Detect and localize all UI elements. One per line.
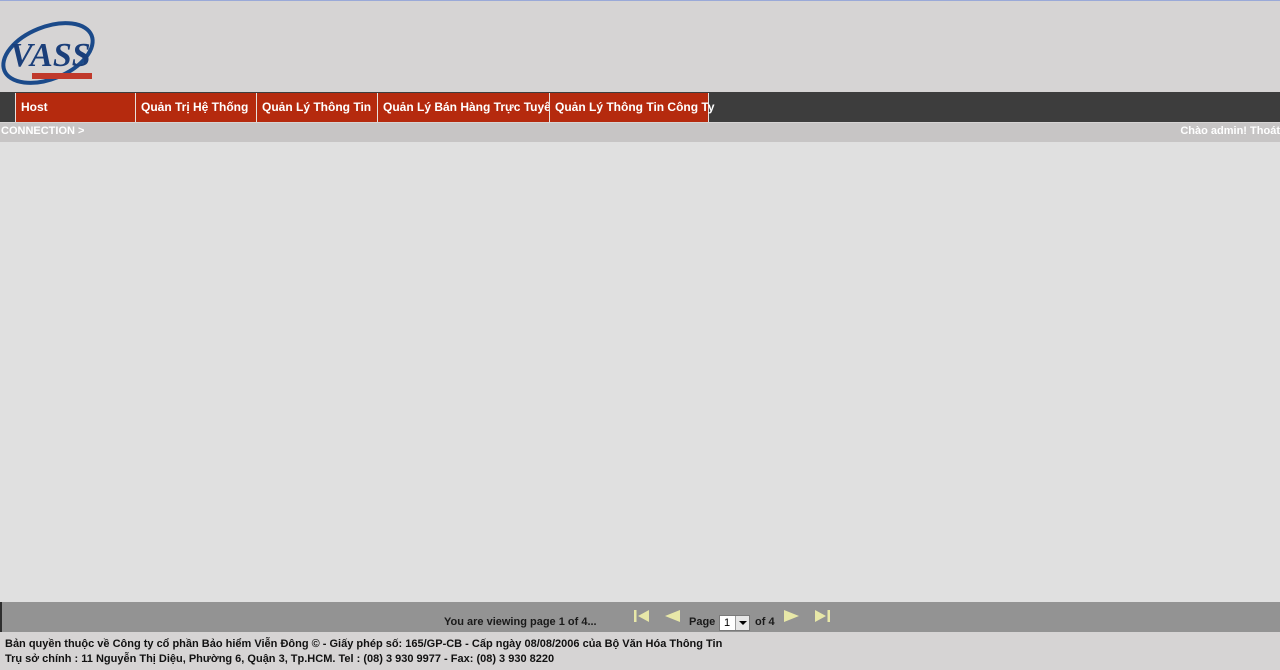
pager-status: You are viewing page 1 of 4... (444, 616, 597, 628)
page-select-value: 1 (724, 617, 731, 629)
footer-address: Trụ sở chính : 11 Nguyễn Thị Diệu, Phườn… (5, 653, 555, 665)
nav-tab-1[interactable]: Quản Trị Hệ Thống (135, 93, 256, 122)
nav-tab-4[interactable]: Quản Lý Thông Tin Công Ty (549, 93, 715, 122)
header: VASS (0, 1, 1280, 92)
vass-logo: VASS (1, 21, 95, 85)
last-page-icon[interactable] (812, 607, 834, 625)
main-navbar: Host Quản Trị Hệ Thống Quản Lý Thông Tin Qu… (0, 92, 1280, 122)
nav-tab-3[interactable]: Quản Lý Bán Hàng Trực Tuyến (377, 93, 558, 122)
logout-link[interactable]: Thoát (1250, 125, 1280, 137)
user-greeting: Chào admin! Thoát (1180, 125, 1280, 137)
pager-bar: You are viewing page 1 of 4... Page 1 of… (0, 602, 1280, 632)
chevron-down-icon[interactable] (735, 616, 749, 630)
footer: Bản quyền thuộc về Công ty cổ phần Bảo h… (0, 632, 1280, 670)
breadcrumb: CONNECTION > (1, 125, 85, 137)
page-total: of 4 (755, 616, 775, 628)
nav-tabs: Host Quản Trị Hệ Thống Quản Lý Thông Tin Qu… (15, 93, 715, 122)
breadcrumb-bar: CONNECTION > Chào admin! Thoát (0, 123, 1280, 142)
nav-tab-0[interactable]: Host (15, 93, 135, 122)
prev-page-icon[interactable] (661, 607, 683, 625)
first-page-icon[interactable] (630, 607, 652, 625)
page-select[interactable]: 1 (719, 615, 750, 631)
next-page-icon[interactable] (781, 607, 803, 625)
nav-tab-2[interactable]: Quản Lý Thông Tin (256, 93, 377, 122)
logo-text: VASS (10, 37, 91, 74)
page-label: Page (689, 616, 716, 628)
footer-copyright: Bản quyền thuộc về Công ty cổ phần Bảo h… (5, 638, 723, 650)
greeting-text: Chào admin! (1180, 125, 1247, 137)
main-content (0, 142, 1280, 602)
